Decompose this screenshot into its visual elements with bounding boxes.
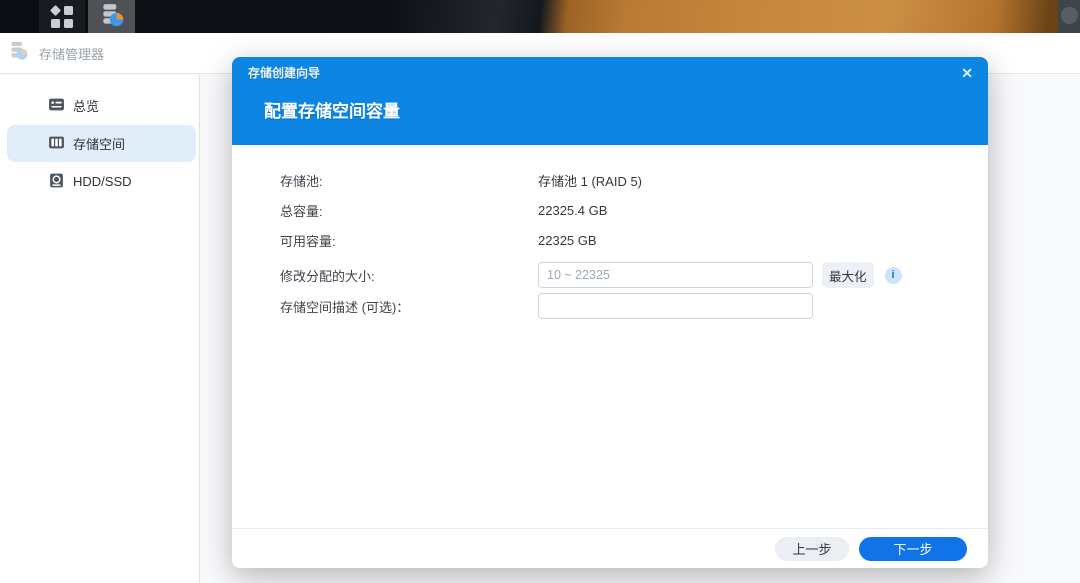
allocated-size-label: 修改分配的大小:: [280, 266, 538, 285]
sidebar-item-overview[interactable]: 总览: [7, 87, 196, 124]
taskbar-tray-edge: [1058, 0, 1080, 33]
available-capacity-value: 22325 GB: [538, 233, 597, 248]
available-capacity-row: 可用容量: 22325 GB: [280, 225, 988, 255]
sidebar-item-label: HDD/SSD: [73, 174, 132, 189]
storage-manager-taskbar-button[interactable]: [88, 0, 135, 33]
sidebar-item-storage-space[interactable]: 存储空间: [7, 125, 196, 162]
maximize-button[interactable]: 最大化: [822, 262, 874, 288]
app-title: 存储管理器: [39, 44, 104, 63]
allocated-size-row: 修改分配的大小: 最大化 i: [280, 262, 988, 288]
storage-manager-app-icon: [8, 40, 29, 66]
desktop-taskbar: [0, 0, 1080, 33]
storage-pool-value: 存储池 1 (RAID 5): [538, 171, 642, 190]
sidebar: 总览 存储空间: [0, 75, 200, 583]
back-button[interactable]: 上一步: [775, 537, 849, 561]
total-capacity-row: 总容量: 22325.4 GB: [280, 195, 988, 225]
overview-icon: [48, 96, 65, 116]
allocated-size-input[interactable]: [538, 262, 813, 288]
storage-manager-icon: [99, 2, 125, 31]
dialog-footer: 上一步 下一步: [232, 528, 988, 568]
tray-icon: [1061, 7, 1078, 24]
storage-pool-label: 存储池:: [280, 171, 538, 190]
sidebar-item-label: 存储空间: [73, 134, 125, 153]
dialog-body: 存储池: 存储池 1 (RAID 5) 总容量: 22325.4 GB 可用容量…: [232, 145, 988, 528]
dialog-header: 存储创建向导 ✕ 配置存储空间容量: [232, 57, 988, 145]
main-menu-icon: [51, 6, 73, 28]
dialog-titlebar[interactable]: 存储创建向导 ✕: [232, 57, 988, 88]
description-input[interactable]: [538, 293, 813, 319]
main-menu-button[interactable]: [36, 0, 88, 33]
info-icon[interactable]: i: [885, 267, 902, 284]
hdd-ssd-icon: [48, 172, 65, 192]
total-capacity-label: 总容量:: [280, 201, 538, 220]
sidebar-item-label: 总览: [73, 96, 99, 115]
dialog-title: 存储创建向导: [248, 64, 320, 81]
description-row: 存储空间描述 (可选)：: [280, 293, 988, 319]
next-button[interactable]: 下一步: [859, 537, 967, 561]
screen: 存储管理器 总览: [0, 0, 1080, 583]
sidebar-item-hdd-ssd[interactable]: HDD/SSD: [7, 163, 196, 200]
storage-space-icon: [48, 134, 65, 154]
storage-pool-row: 存储池: 存储池 1 (RAID 5): [280, 165, 988, 195]
description-label: 存储空间描述 (可选)：: [280, 297, 538, 316]
available-capacity-label: 可用容量:: [280, 231, 538, 250]
dialog-step-heading: 配置存储空间容量: [232, 88, 988, 122]
storage-creation-wizard-dialog: 存储创建向导 ✕ 配置存储空间容量 存储池: 存储池 1 (RAID 5) 总容…: [232, 57, 988, 568]
total-capacity-value: 22325.4 GB: [538, 203, 607, 218]
close-icon[interactable]: ✕: [961, 66, 973, 80]
